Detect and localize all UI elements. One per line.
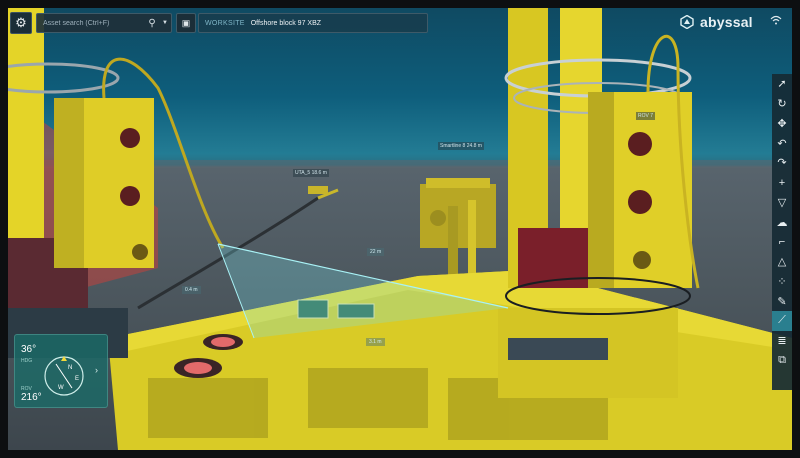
search-input[interactable] bbox=[37, 18, 145, 28]
umbilical-distance: 18.6 m bbox=[311, 170, 327, 176]
rov-label: ROV 7 bbox=[636, 112, 656, 120]
ruler-icon: ⟋ bbox=[778, 314, 786, 327]
rov-heading-value: 216° bbox=[21, 392, 42, 403]
crane-tool[interactable]: ⌐ bbox=[772, 232, 792, 252]
worksite-value: Offshore block 97 XBZ bbox=[250, 19, 322, 27]
compass-n: N bbox=[68, 365, 72, 371]
layers-tool[interactable]: ≣ bbox=[772, 331, 792, 351]
redo-tool[interactable]: ↷ bbox=[772, 153, 792, 173]
layers-alt-tool[interactable]: ⧉ bbox=[772, 351, 792, 371]
cloud-icon: ☁ bbox=[776, 216, 788, 229]
worksite-button[interactable]: ▣ bbox=[176, 13, 196, 33]
plus-icon: + bbox=[778, 176, 786, 189]
worksite-icon: ▣ bbox=[181, 17, 191, 28]
chevron-down-icon[interactable]: ▼ bbox=[159, 20, 171, 26]
select-tool[interactable]: ➚ bbox=[772, 74, 792, 94]
measure-label-b: 0.4 m bbox=[182, 286, 201, 294]
triangle-filter-icon: ▽ bbox=[777, 196, 787, 209]
eraser-tool[interactable]: ✎ bbox=[772, 291, 792, 311]
settings-button[interactable]: ⚙ bbox=[10, 12, 32, 34]
move-tool[interactable]: ✥ bbox=[772, 114, 792, 134]
compass-dial-icon: N E W bbox=[44, 356, 84, 396]
subsea-3d-scene[interactable] bbox=[8, 8, 792, 450]
heading-value: 36° bbox=[21, 344, 37, 355]
smartline-name: Smartline 8 bbox=[440, 143, 466, 149]
chevron-right-icon[interactable]: › bbox=[95, 365, 98, 375]
cursor-arrow-icon: ➚ bbox=[777, 78, 787, 91]
add-tool[interactable]: + bbox=[772, 173, 792, 193]
points-icon: ⁘ bbox=[777, 275, 787, 288]
asset-search[interactable]: ⚲ ▼ bbox=[36, 13, 172, 33]
eraser-icon: ✎ bbox=[777, 295, 787, 308]
compass-w: W bbox=[58, 385, 64, 391]
hoist-tool[interactable]: △ bbox=[772, 252, 792, 272]
worksite-selector[interactable]: WORKSITE Offshore block 97 XBZ bbox=[198, 13, 428, 33]
brand-logo: abyssal bbox=[680, 14, 753, 30]
stack-icon: ⧉ bbox=[778, 353, 786, 366]
toolbar-spare[interactable] bbox=[772, 370, 792, 390]
undo-icon: ↶ bbox=[777, 137, 787, 150]
redo-icon: ↷ bbox=[777, 157, 787, 170]
points-tool[interactable]: ⁘ bbox=[772, 272, 792, 292]
compass-widget[interactable]: 36° HDG N E W ROV 216° › bbox=[14, 334, 108, 408]
move-icon: ✥ bbox=[777, 117, 787, 130]
compass-e: E bbox=[75, 376, 79, 382]
smartline-distance: 24.8 m bbox=[466, 143, 482, 149]
gear-icon: ⚙ bbox=[15, 15, 27, 30]
heading-label: HDG bbox=[21, 358, 33, 364]
tool-panel: ➚ ↻ ✥ ↶ ↷ + ▽ ☁ ⌐ △ ⁘ ✎ ⟋ ≣ ⧉ bbox=[772, 74, 792, 390]
brand-name: abyssal bbox=[700, 14, 753, 30]
hoist-icon: △ bbox=[777, 256, 787, 269]
search-icon[interactable]: ⚲ bbox=[145, 18, 159, 29]
smartline-label: Smartline 8 24.8 m bbox=[438, 142, 484, 150]
layers-icon: ≣ bbox=[777, 335, 787, 348]
measure-label-a: 22 m bbox=[367, 248, 385, 256]
wifi-icon bbox=[770, 15, 782, 25]
crane-icon: ⌐ bbox=[778, 235, 786, 248]
worksite-label: WORKSITE bbox=[205, 19, 245, 27]
umbilical-label: UTA_5 18.6 m bbox=[293, 169, 329, 177]
cloud-tool[interactable]: ☁ bbox=[772, 212, 792, 232]
measure-tool[interactable]: ⟋ bbox=[772, 311, 792, 331]
filter-tool[interactable]: ▽ bbox=[772, 193, 792, 213]
viewport[interactable]: ROV 7 UTA_5 18.6 m Smartline 8 24.8 m 22… bbox=[8, 8, 792, 450]
rotate-tool[interactable]: ↻ bbox=[772, 94, 792, 114]
top-bar: ⚙ ⚲ ▼ ▣ WORKSITE Offshore block 97 XBZ a… bbox=[8, 8, 792, 36]
umbilical-name: UTA_5 bbox=[295, 170, 311, 176]
undo-tool[interactable]: ↶ bbox=[772, 133, 792, 153]
rotate-icon: ↻ bbox=[777, 98, 787, 111]
measure-label-c: 3.1 m bbox=[366, 338, 385, 346]
abyssal-logo-icon bbox=[680, 15, 694, 29]
